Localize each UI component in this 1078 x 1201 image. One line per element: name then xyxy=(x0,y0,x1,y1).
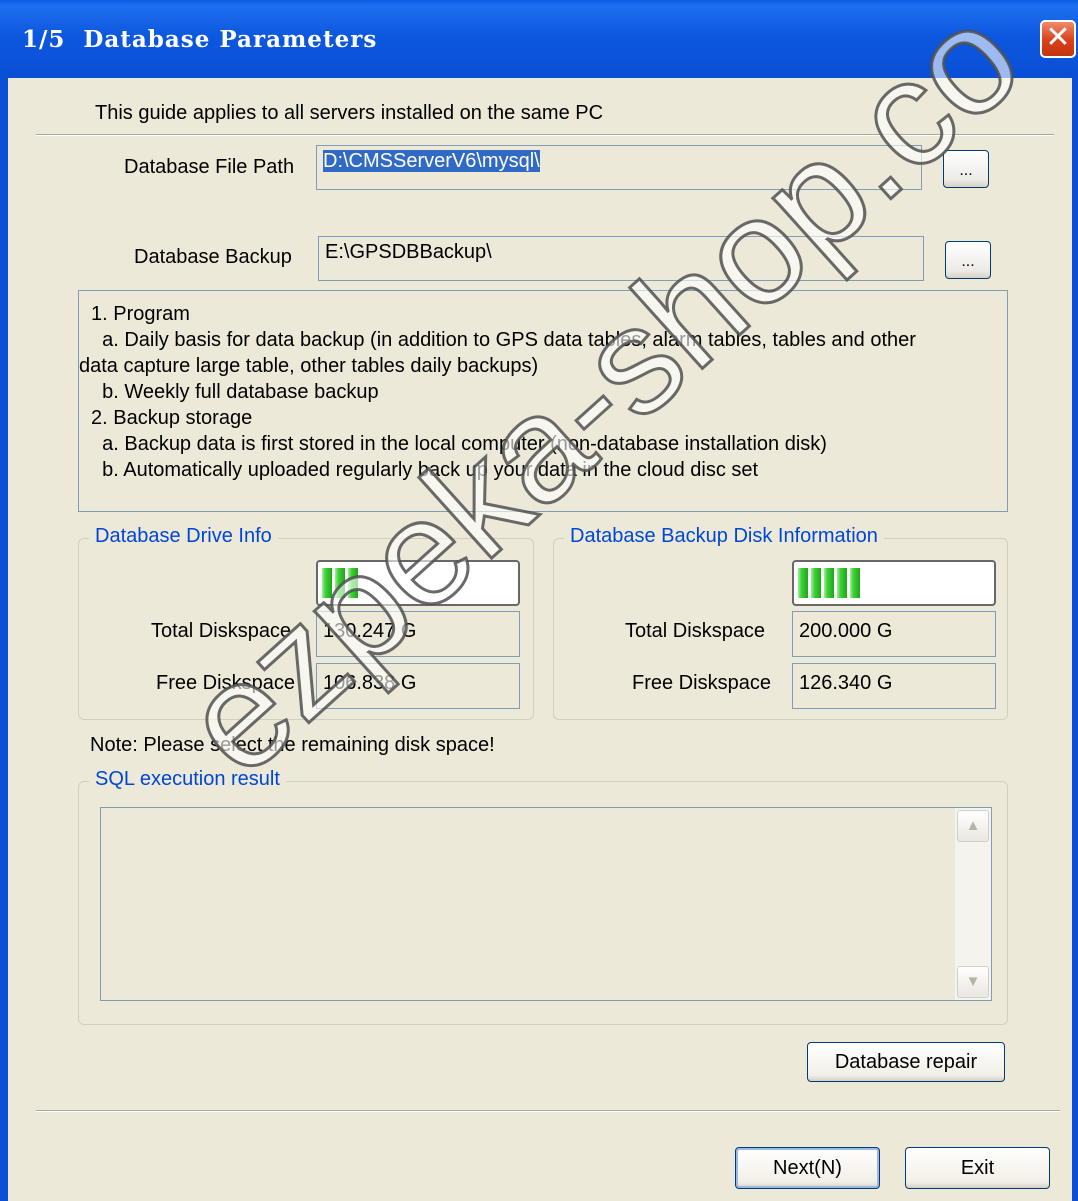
backup-free-value: 126.340 G xyxy=(792,663,996,709)
scroll-down-icon[interactable]: ▼ xyxy=(957,966,989,998)
db-file-path-value: D:\CMSServerV6\mysql\ xyxy=(323,150,540,172)
top-divider xyxy=(36,134,1054,136)
next-button[interactable]: Next(N) xyxy=(735,1147,880,1189)
progress-block xyxy=(322,568,332,598)
progress-block xyxy=(837,568,847,598)
db-backup-value: E:\GPSDBBackup\ xyxy=(325,241,492,263)
db-file-path-input[interactable]: D:\CMSServerV6\mysql\ xyxy=(316,145,922,190)
drive-free-value: 106.838 G xyxy=(316,663,520,709)
backup-disk-info-legend: Database Backup Disk Information xyxy=(564,525,884,548)
info-line: b. Weekly full database backup xyxy=(91,381,379,403)
db-file-path-browse-button[interactable]: ... xyxy=(943,150,989,188)
title-bar: 1/5 Database Parameters ✕ xyxy=(0,0,1078,78)
bottom-divider xyxy=(36,1110,1060,1112)
sql-result-legend: SQL execution result xyxy=(89,768,286,791)
backup-total-value: 200.000 G xyxy=(792,611,996,657)
backup-info-text: 1. Program a. Daily basis for data backu… xyxy=(78,290,1008,512)
window-frame-left xyxy=(0,78,8,1201)
drive-usage-progress xyxy=(316,560,520,606)
db-backup-label: Database Backup xyxy=(134,246,292,268)
note-text: Note: Please select the remaining disk s… xyxy=(90,734,495,756)
drive-info-legend: Database Drive Info xyxy=(89,525,278,548)
backup-free-label: Free Diskspace xyxy=(632,672,771,694)
close-icon[interactable]: ✕ xyxy=(1040,20,1076,58)
progress-block xyxy=(335,568,345,598)
sql-result-textarea[interactable]: ▲ ▼ xyxy=(100,807,992,1001)
info-line: a. Daily basis for data backup (in addit… xyxy=(91,329,916,351)
info-line: b. Automatically uploaded regularly back… xyxy=(91,459,759,481)
progress-block xyxy=(824,568,834,598)
db-file-path-label: Database File Path xyxy=(124,156,295,178)
info-line: 1. Program xyxy=(91,303,190,325)
progress-block xyxy=(850,568,860,598)
database-repair-button[interactable]: Database repair xyxy=(807,1042,1005,1082)
drive-total-value: 130.247 G xyxy=(316,611,520,657)
backup-disk-usage-progress xyxy=(792,560,996,606)
progress-block xyxy=(798,568,808,598)
drive-free-label: Free Diskspace xyxy=(156,672,295,694)
exit-button[interactable]: Exit xyxy=(905,1147,1050,1189)
progress-block xyxy=(811,568,821,598)
window-title: 1/5 Database Parameters xyxy=(22,26,378,53)
drive-total-label: Total Diskspace xyxy=(151,620,292,642)
scroll-up-icon[interactable]: ▲ xyxy=(957,810,989,842)
intro-text: This guide applies to all servers instal… xyxy=(95,102,604,124)
db-backup-browse-button[interactable]: ... xyxy=(945,241,991,279)
progress-block xyxy=(348,568,358,598)
backup-total-label: Total Diskspace xyxy=(625,620,766,642)
info-line: data capture large table, other tables d… xyxy=(79,355,539,377)
info-line: 2. Backup storage xyxy=(91,407,253,429)
db-backup-input[interactable]: E:\GPSDBBackup\ xyxy=(318,236,924,281)
sql-result-scrollbar[interactable]: ▲ ▼ xyxy=(955,808,991,1000)
info-line: a. Backup data is first stored in the lo… xyxy=(91,433,827,455)
window-frame-right xyxy=(1072,78,1078,1201)
